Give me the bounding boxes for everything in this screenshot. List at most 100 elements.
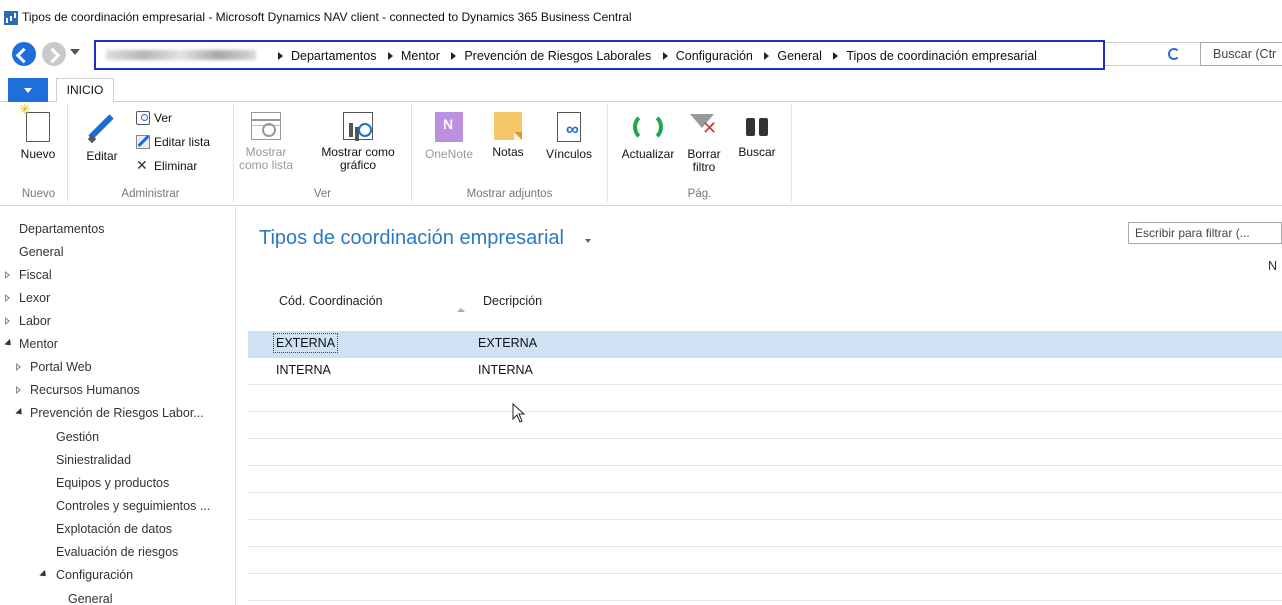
column-header-descripcion[interactable]: Decripción [483,294,542,308]
tab-inicio[interactable]: INICIO [56,78,114,103]
sidebar-item-label: Configuración [56,568,134,582]
onenote-button[interactable]: OneNote [418,112,480,161]
vinculos-button[interactable]: Vínculos [536,112,602,161]
address-bar-tail [1105,42,1201,66]
list-page: Tipos de coordinación empresarial Escrib… [237,207,1282,605]
link-document-icon [557,112,581,142]
notas-button[interactable]: Notas [484,112,532,159]
list-view-icon [251,112,281,140]
mostrar-grafico-label-1: Mostrar como [321,145,395,159]
sidebar-item-siniestralidad[interactable]: Siniestralidad [56,451,131,469]
sidebar-item-prevencion[interactable]: Prevención de Riesgos Labor... [15,404,204,422]
breadcrumb-item[interactable]: Departamentos [291,49,376,63]
expand-triangle-icon[interactable] [5,317,10,325]
sidebar-item-labor[interactable]: Labor [4,312,51,330]
eliminar-button[interactable]: Eliminar [136,157,197,174]
ver-button[interactable]: Ver [136,110,172,126]
breadcrumb-item[interactable]: Prevención de Riesgos Laborales [464,49,651,63]
window-title: Tipos de coordinación empresarial - Micr… [22,10,632,24]
sidebar-item-general[interactable]: General [19,243,63,261]
mostrar-lista-label-2: como lista [238,158,294,172]
sidebar-item-fiscal[interactable]: Fiscal [4,266,52,284]
sidebar-item-departamentos[interactable]: Departamentos [19,220,104,238]
breadcrumb-item[interactable]: Tipos de coordinación empresarial [846,49,1037,63]
sidebar-item-label: Evaluación de riesgos [56,545,179,559]
sidebar-item-recursos-humanos[interactable]: Recursos Humanos [15,381,140,399]
cell-descripcion[interactable]: EXTERNA [478,336,537,350]
ribbon-tab-bar: INICIO [0,78,1282,103]
expand-triangle-icon[interactable] [5,294,10,302]
collapse-triangle-icon[interactable] [4,338,14,349]
empty-table-row [248,574,1282,601]
empty-table-row [248,493,1282,520]
redacted-company-name [106,50,256,60]
binoculars-icon [742,112,772,140]
expand-triangle-icon[interactable] [5,271,10,279]
ver-label: Ver [154,111,173,125]
refresh-icon[interactable] [1168,48,1180,60]
group-label-mostrar-adjuntos: Mostrar adjuntos [466,188,553,200]
actualizar-button[interactable]: Actualizar [616,112,680,161]
ribbon-group-administrar: Editar Ver Editar lista Eliminar Adminis… [68,104,234,202]
clear-filter-icon [690,112,718,142]
cell-descripcion[interactable]: INTERNA [478,363,533,377]
forward-arrow-icon[interactable] [42,42,66,66]
cell-codigo[interactable]: EXTERNA [272,333,339,353]
column-header-codigo[interactable]: Cód. Coordinación [279,294,383,308]
nuevo-button[interactable]: Nuevo [14,103,62,161]
breadcrumb-item[interactable]: Mentor [401,49,440,63]
editar-lista-button[interactable]: Editar lista [136,134,210,150]
sidebar-item-mentor[interactable]: Mentor [4,335,58,353]
expand-triangle-icon[interactable] [16,363,21,371]
buscar-button[interactable]: Buscar [732,112,782,159]
sidebar-item-evaluacion[interactable]: Evaluación de riesgos [56,543,178,561]
back-arrow-icon[interactable] [12,42,36,66]
sidebar-item-label: General [68,592,113,605]
mostrar-como-grafico-button[interactable]: Mostrar como gráfico [308,112,408,172]
breadcrumb: Departamentos Mentor Prevención de Riesg… [270,49,1037,63]
filter-input[interactable]: Escribir para filtrar (... [1128,222,1282,244]
sidebar-item-label: Equipos y productos [56,476,170,490]
mostrar-como-lista-button[interactable]: Mostrar como lista [234,112,298,172]
sidebar-item-explotacion[interactable]: Explotación de datos [56,520,172,538]
title-chevron-down-icon[interactable] [585,239,591,243]
address-bar[interactable]: Departamentos Mentor Prevención de Riesg… [94,40,1105,70]
editar-label: Editar [86,149,118,163]
empty-table-row [248,439,1282,466]
table-row[interactable]: INTERNA INTERNA [248,358,1282,385]
borrar-filtro-label-1: Borrar [687,147,721,161]
cell-codigo[interactable]: INTERNA [276,363,331,377]
borrar-filtro-button[interactable]: Borrar filtro [680,112,728,174]
onenote-icon [435,112,463,142]
empty-table-row [248,547,1282,574]
breadcrumb-sep-icon [278,52,283,61]
empty-table-row [248,385,1282,412]
breadcrumb-sep-icon [764,52,770,61]
expand-triangle-icon[interactable] [16,386,21,394]
sidebar-item-configuracion[interactable]: Configuración [38,566,133,584]
sidebar-item-equipos[interactable]: Equipos y productos [56,474,169,492]
sidebar-item-lexor[interactable]: Lexor [4,289,50,307]
sidebar-item-label: General [19,245,64,259]
collapse-triangle-icon[interactable] [15,407,25,418]
sidebar-item-config-general[interactable]: General [68,590,112,605]
breadcrumb-item[interactable]: Configuración [676,49,753,63]
sidebar-item-label: Recursos Humanos [30,383,140,397]
search-input[interactable]: Buscar (Ctr [1200,42,1282,66]
cut-off-header-label: N [1268,259,1278,273]
breadcrumb-item[interactable]: General [777,49,821,63]
table-row[interactable]: EXTERNA EXTERNA [248,331,1282,358]
actualizar-label: Actualizar [621,147,675,161]
ribbon-group-nuevo: Nuevo Nuevo [10,103,68,202]
sidebar-item-controles[interactable]: Controles y seguimientos ... [56,497,210,515]
editar-button[interactable]: Editar [78,112,126,163]
sidebar-item-portal-web[interactable]: Portal Web [15,358,92,376]
collapse-triangle-icon[interactable] [39,569,49,580]
sidebar-item-label: Departamentos [19,222,105,236]
application-menu-button[interactable] [8,78,48,102]
history-chevron-down-icon[interactable] [70,49,80,55]
app-icon [4,11,18,25]
sidebar-item-gestion[interactable]: Gestión [56,428,99,446]
refresh-arrows-icon [633,112,663,142]
ribbon-group-pag: Actualizar Borrar filtro Buscar Pág. [608,104,792,202]
